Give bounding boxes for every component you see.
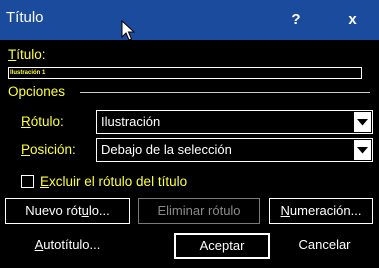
title-input[interactable]: Ilustración 1 — [8, 67, 362, 79]
options-group-divider — [80, 92, 370, 93]
close-button[interactable]: x — [326, 3, 379, 36]
position-select-dropdown-button[interactable] — [354, 140, 371, 160]
cancel-button[interactable]: Cancelar — [276, 233, 373, 259]
title-bar[interactable]: Título ? x — [0, 0, 379, 40]
delete-label-button[interactable]: Eliminar rótulo — [138, 198, 260, 224]
mouse-cursor-icon — [121, 20, 135, 41]
title-input-value: Ilustración 1 — [10, 70, 46, 76]
help-button[interactable]: ? — [269, 3, 323, 36]
label-select[interactable]: Ilustración — [96, 110, 373, 134]
label-select-dropdown-button[interactable] — [354, 112, 371, 132]
position-select[interactable]: Debajo de la selección — [96, 138, 373, 162]
exclude-label-checkbox[interactable] — [21, 175, 34, 188]
label-field-label: Rótulo: — [21, 114, 64, 129]
exclude-label-checkbox-label[interactable]: Excluir el rótulo del título — [40, 174, 187, 189]
new-label-button[interactable]: Nuevo rótulo... — [5, 198, 130, 224]
options-group-label: Opciones — [8, 84, 66, 99]
position-select-value: Debajo de la selección — [101, 142, 232, 157]
dialog-title: Título — [6, 9, 44, 26]
label-select-value: Ilustración — [101, 114, 161, 129]
position-field-label: Posición: — [21, 142, 76, 157]
numbering-button[interactable]: Numeración... — [269, 198, 373, 224]
autocaption-button[interactable]: Autotítulo... — [5, 233, 130, 259]
caption-dialog: Título ? x Título: Ilustración 1 Opcione… — [0, 0, 379, 268]
chevron-down-icon — [357, 147, 368, 154]
ok-button[interactable]: Aceptar — [174, 233, 270, 259]
title-field-label: Título: — [8, 47, 46, 62]
chevron-down-icon — [357, 119, 368, 126]
